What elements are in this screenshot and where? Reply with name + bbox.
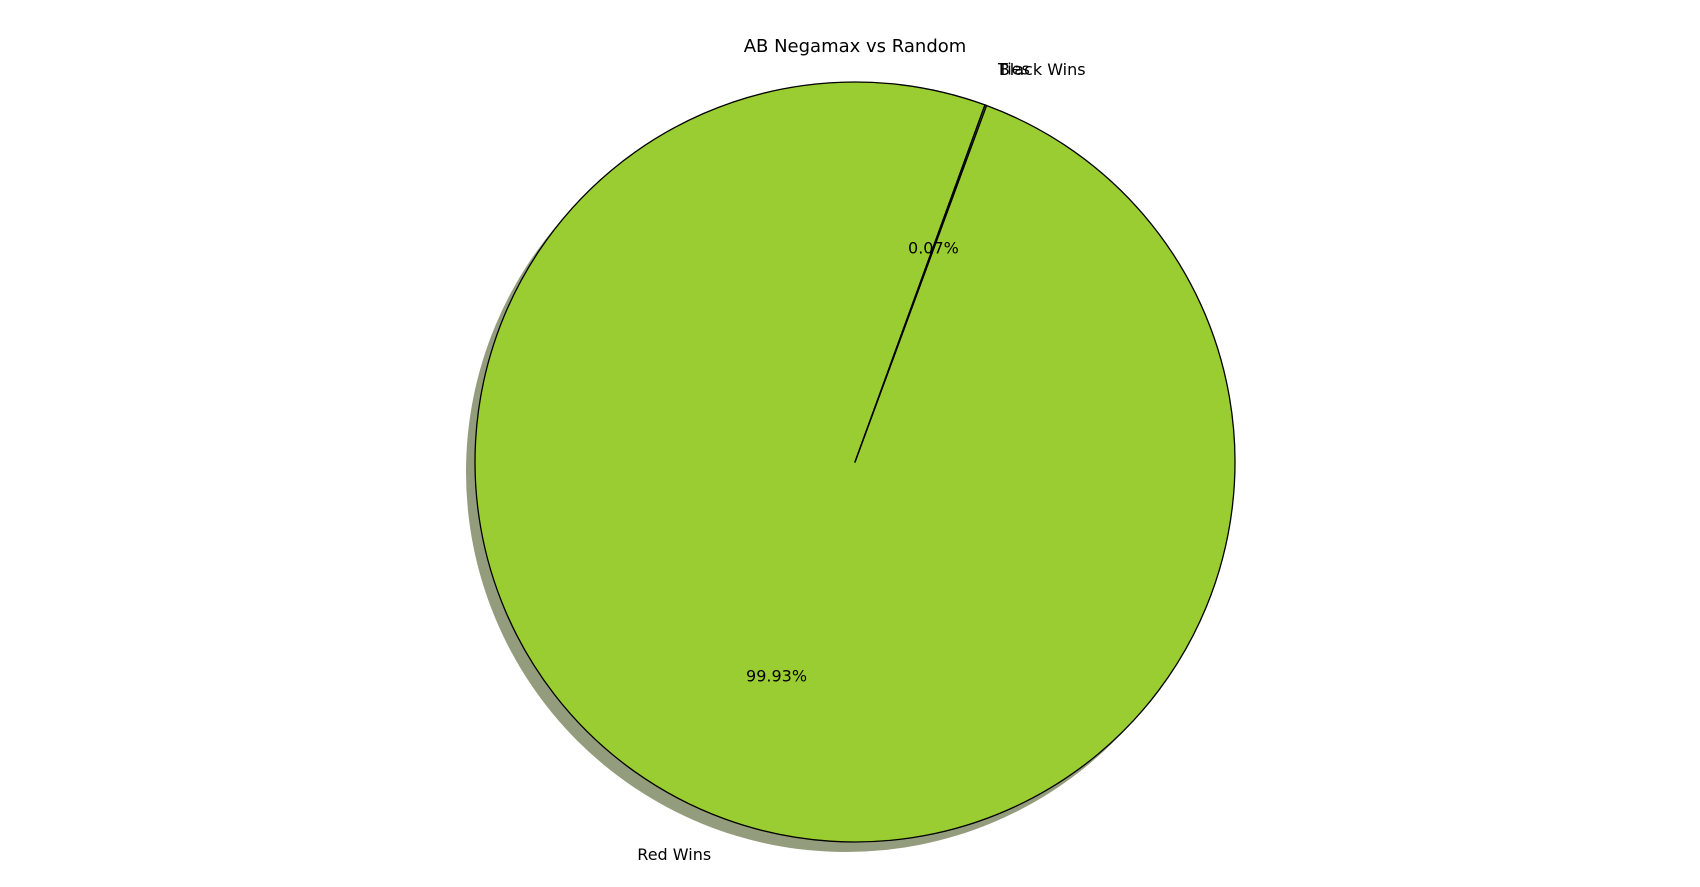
pct-label-red-wins: 99.93% <box>746 667 807 686</box>
pct-label-black-wins: 0.07% <box>908 238 959 257</box>
chart-title: AB Negamax vs Random <box>744 36 967 57</box>
pie-slice-layer <box>474 81 1236 843</box>
slice-label-ties: Ties <box>997 60 1030 79</box>
pie-chart-svg: AB Negamax vs Random Red Wins99.93%Black… <box>466 36 1236 864</box>
pie-chart: AB Negamax vs Random Red Wins 99.93% Black… <box>0 0 1700 887</box>
slice-label-red-wins: Red Wins <box>637 845 711 864</box>
